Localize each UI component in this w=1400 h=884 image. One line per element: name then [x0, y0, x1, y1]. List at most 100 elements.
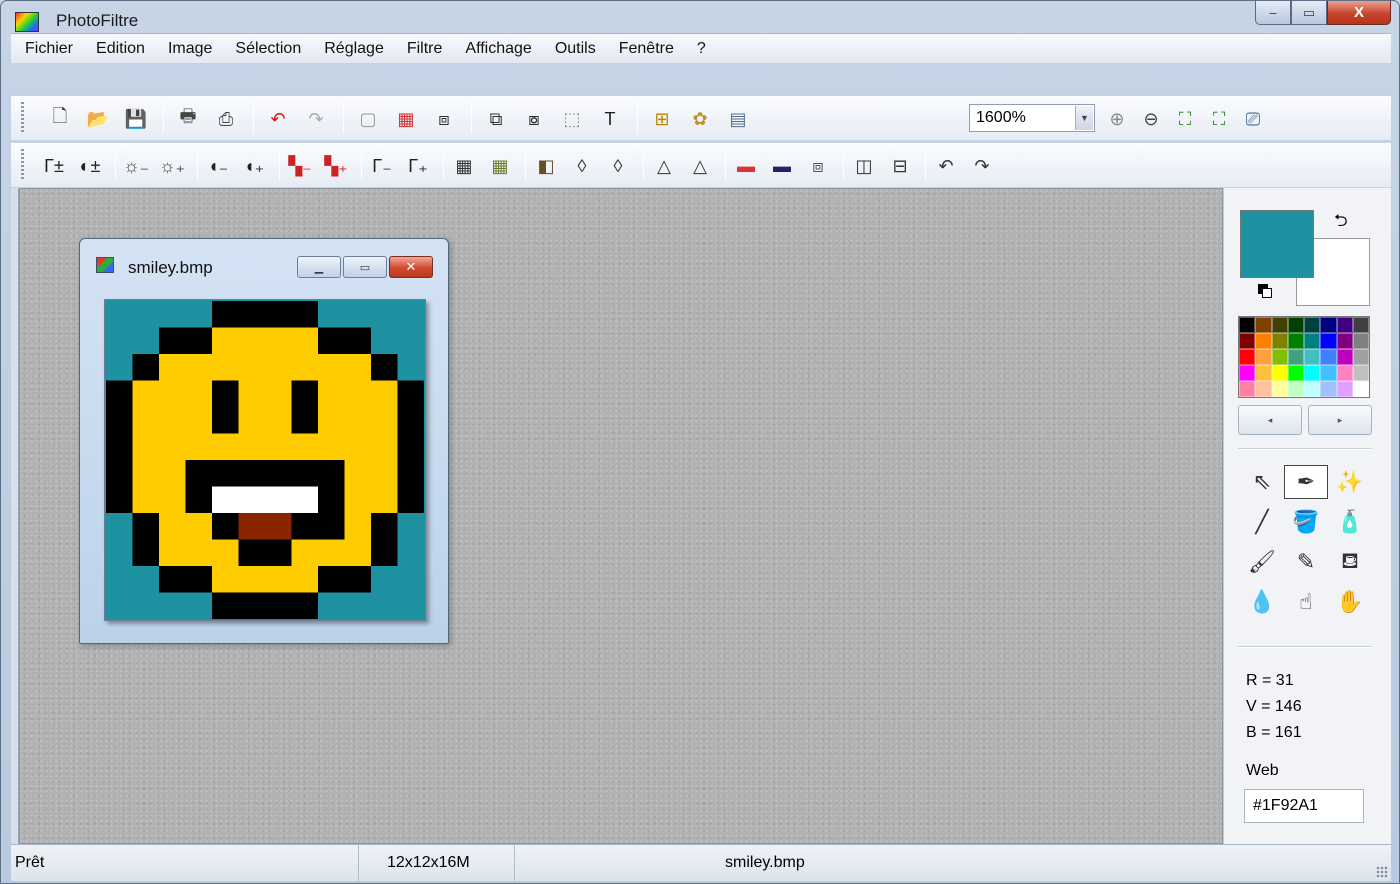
minimize-button[interactable]: – — [1255, 1, 1291, 25]
palette-swatch[interactable] — [1287, 365, 1304, 381]
mirror-icon[interactable]: ◫ — [851, 154, 877, 178]
blur-tool-icon[interactable]: 💧 — [1240, 585, 1284, 619]
palette-swatch[interactable] — [1271, 349, 1288, 365]
title-bar[interactable]: PhotoFiltre – ▭ X — [1, 1, 1399, 33]
saturation-plus-icon[interactable]: ▚₊ — [323, 154, 349, 178]
document-window[interactable]: smiley.bmp ▁ ▭ ✕ — [79, 238, 449, 644]
document-minimize-button[interactable]: ▁ — [297, 256, 341, 278]
brightness-minus-icon[interactable]: ☼₋ — [123, 154, 149, 178]
flip-vertical-icon[interactable]: ⊟ — [887, 154, 913, 178]
menu-help[interactable]: ? — [697, 40, 706, 58]
palette-swatch[interactable] — [1255, 381, 1272, 397]
foreground-color-swatch[interactable] — [1240, 210, 1314, 278]
brush-tool-icon[interactable]: 🖌 — [1240, 545, 1284, 579]
palette-swatch[interactable] — [1255, 349, 1272, 365]
palette-swatch[interactable] — [1255, 317, 1272, 333]
palette-swatch[interactable] — [1352, 317, 1369, 333]
maximize-button[interactable]: ▭ — [1291, 1, 1327, 25]
palette-swatch[interactable] — [1271, 381, 1288, 397]
menu-réglage[interactable]: Réglage — [324, 40, 384, 58]
palette-swatch[interactable] — [1320, 317, 1337, 333]
spray-tool-icon[interactable]: 🧴 — [1328, 505, 1372, 539]
actual-size-icon[interactable]: ⛶ — [1206, 107, 1232, 131]
menu-edition[interactable]: Edition — [96, 40, 145, 58]
zoom-in-icon[interactable]: ⊕ — [1104, 107, 1130, 131]
fill-tool-icon[interactable]: 🪣 — [1284, 505, 1328, 539]
menu-fentre[interactable]: Fenêtre — [619, 40, 674, 58]
menu-filtre[interactable]: Filtre — [407, 40, 443, 58]
palette-swatch[interactable] — [1352, 333, 1369, 349]
stamp-tool-icon[interactable]: ⛾ — [1328, 545, 1372, 579]
palette-swatch[interactable] — [1239, 317, 1256, 333]
palette-swatch[interactable] — [1320, 365, 1337, 381]
line-tool-icon[interactable]: ╱ — [1240, 505, 1284, 539]
document-close-button[interactable]: ✕ — [389, 256, 433, 278]
soften-icon[interactable]: △ — [651, 154, 677, 178]
sepia-icon[interactable]: ▦ — [487, 154, 513, 178]
palette-swatch[interactable] — [1304, 365, 1321, 381]
palette-swatch[interactable] — [1304, 317, 1321, 333]
flip-icon[interactable]: ◧ — [533, 154, 559, 178]
gradient-icon[interactable]: ▬ — [733, 154, 759, 178]
fade-icon[interactable]: ▬ — [769, 154, 795, 178]
palette-swatch[interactable] — [1239, 333, 1256, 349]
texture-icon[interactable]: ⧈ — [805, 154, 831, 178]
magic-wand-tool-icon[interactable]: ✨ — [1328, 465, 1372, 499]
zoom-out-icon[interactable]: ⊖ — [1138, 107, 1164, 131]
fit-screen-icon[interactable]: ⛶ — [1172, 107, 1198, 131]
palette-swatch[interactable] — [1239, 349, 1256, 365]
auto-contrast-icon[interactable]: ◐± — [77, 154, 103, 178]
palette-swatch[interactable] — [1304, 349, 1321, 365]
palette-swatch[interactable] — [1336, 365, 1353, 381]
palette-swatch[interactable] — [1352, 365, 1369, 381]
palette-swatch[interactable] — [1336, 381, 1353, 397]
close-button[interactable]: X — [1327, 1, 1391, 25]
palette-swatch[interactable] — [1255, 333, 1272, 349]
document-maximize-button[interactable]: ▭ — [343, 256, 387, 278]
palette-swatch[interactable] — [1255, 365, 1272, 381]
rotate-right-icon[interactable]: ↷ — [969, 154, 995, 178]
menu-outils[interactable]: Outils — [555, 40, 596, 58]
eyedropper-tool-icon[interactable]: ✒ — [1284, 465, 1328, 499]
saturation-minus-icon[interactable]: ▚₋ — [287, 154, 313, 178]
contrast-minus-icon[interactable]: ◖₋ — [205, 154, 231, 178]
brightness-plus-icon[interactable]: ☼₊ — [159, 154, 185, 178]
sharpen-icon[interactable]: ◊ — [605, 154, 631, 178]
palette-swatch[interactable] — [1352, 381, 1369, 397]
menu-sélection[interactable]: Sélection — [235, 40, 301, 58]
palette-swatch[interactable] — [1239, 365, 1256, 381]
image-canvas[interactable] — [104, 299, 426, 621]
palette-prev-button[interactable]: ◂ — [1238, 405, 1302, 435]
palette-swatch[interactable] — [1304, 333, 1321, 349]
palette-swatch[interactable] — [1336, 349, 1353, 365]
palette-swatch[interactable] — [1271, 317, 1288, 333]
menu-image[interactable]: Image — [168, 40, 212, 58]
palette-swatch[interactable] — [1320, 333, 1337, 349]
palette-swatch[interactable] — [1239, 381, 1256, 397]
palette-next-button[interactable]: ▸ — [1308, 405, 1372, 435]
emboss-icon[interactable]: △ — [687, 154, 713, 178]
smudge-tool-icon[interactable]: ☝ — [1284, 585, 1328, 619]
swap-colors-icon[interactable]: ⮌ — [1334, 208, 1348, 237]
palette-swatch[interactable] — [1287, 349, 1304, 365]
palette-swatch[interactable] — [1336, 317, 1353, 333]
rotate-left-icon[interactable]: ↶ — [933, 154, 959, 178]
smiley-image[interactable] — [106, 301, 424, 619]
palette-swatch[interactable] — [1287, 317, 1304, 333]
blur-icon[interactable]: ◊ — [569, 154, 595, 178]
grayscale-icon[interactable]: ▦ — [451, 154, 477, 178]
palette-swatch[interactable] — [1287, 333, 1304, 349]
advanced-brush-tool-icon[interactable]: ✎ — [1284, 545, 1328, 579]
palette-swatch[interactable] — [1336, 333, 1353, 349]
web-color-field[interactable]: #1F92A1 — [1244, 789, 1364, 823]
gamma-minus-icon[interactable]: Γ₋ — [369, 154, 395, 178]
resize-grip-icon[interactable] — [1376, 866, 1388, 878]
menu-fichier[interactable]: Fichier — [25, 40, 73, 58]
palette-swatch[interactable] — [1287, 381, 1304, 397]
palette-swatch[interactable] — [1271, 365, 1288, 381]
gamma-plus-icon[interactable]: Γ₊ — [405, 154, 431, 178]
menu-affichage[interactable]: Affichage — [465, 40, 531, 58]
fullscreen-icon[interactable]: ⎚ — [1240, 107, 1266, 131]
auto-levels-icon[interactable]: Γ± — [41, 154, 67, 178]
palette-swatch[interactable] — [1304, 381, 1321, 397]
